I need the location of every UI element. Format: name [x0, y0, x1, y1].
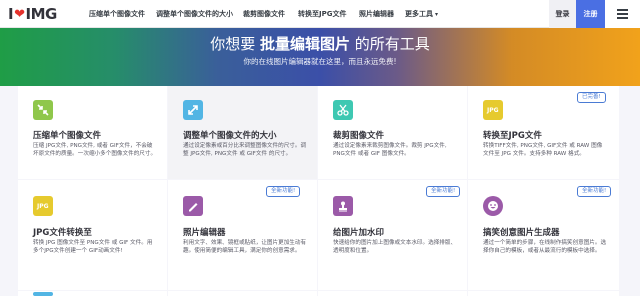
- compress-icon: [33, 100, 53, 120]
- tool-card-resize[interactable]: 调整单个图像文件的大小 通过设定像素或百分比来调整图像文件的尺寸。调整 JPG文…: [168, 86, 317, 179]
- tool-card-crop[interactable]: 裁剪图像文件 通过设定像素来裁剪图像文件。裁剪 JPG文件, PNG文件 或者 …: [318, 86, 467, 179]
- tool-card-convert-from-jpg[interactable]: JPG JPG文件转换至 转换 JPG 图像文件至 PNG文件 或 GIF 文件…: [18, 180, 167, 290]
- tool-title: 转换至JPG文件: [483, 131, 542, 141]
- tool-card-partial[interactable]: [468, 291, 619, 296]
- status-badge: 已完善!: [577, 92, 606, 103]
- tool-description: 转换TIFF文件, PNG文件, GIF文件 或 RAW 图像文件至 JPG 文…: [483, 143, 603, 157]
- tool-description: 通过设定像素来裁剪图像文件。裁剪 JPG文件, PNG文件 或者 GIF 图像文…: [333, 143, 447, 157]
- nav-more-tools-label: 更多工具: [405, 10, 433, 18]
- login-button[interactable]: 登录: [549, 0, 576, 28]
- hero-title-post: 的所有工具: [354, 35, 430, 53]
- status-badge: 全新功能!: [426, 186, 461, 197]
- logo-text: IMG: [25, 5, 58, 23]
- tool-card-meme-generator[interactable]: 全新功能! 搞笑创意图片生成器 通过一个简单的步骤，在线制作搞笑创意图片。选择你…: [468, 180, 619, 290]
- tool-title: 搞笑创意图片生成器: [483, 228, 560, 238]
- tool-description: 通过设定像素或百分比来调整图像文件的尺寸。调整 JPG文件, PNG文件 或 G…: [183, 143, 307, 157]
- status-badge: 全新功能!: [266, 186, 301, 197]
- tool-card-photo-editor[interactable]: 全新功能! 照片编辑器 利用文字、效果、镜框或贴纸，让图片更加生动有趣。使用简便…: [168, 180, 317, 290]
- tool-title: 压缩单个图像文件: [33, 131, 102, 141]
- tool-icon: [33, 292, 53, 296]
- meme-icon: [483, 196, 503, 216]
- heart-icon: ❤: [14, 6, 25, 22]
- tool-title: 照片编辑器: [183, 228, 226, 238]
- nav-convert-to-jpg[interactable]: 转换至JPG文件: [298, 9, 346, 19]
- tool-title: 给图片加水印: [333, 228, 385, 238]
- nav-compress[interactable]: 压缩单个图像文件: [89, 9, 145, 19]
- tool-card-watermark[interactable]: 全新功能! 给图片加水印 快速给你的图片加上图像或文本水印。选择排版、透明度和位…: [318, 180, 467, 290]
- tool-card-compress[interactable]: 压缩单个图像文件 压缩 JPG文件, PNG文件, 或者 GIF文件，不会破坏原…: [18, 86, 167, 179]
- nav-resize[interactable]: 调整单个图像文件的大小: [156, 9, 233, 19]
- hero-title: 你想要 批量编辑图片 的所有工具: [0, 33, 640, 54]
- caret-down-icon: ▾: [435, 11, 439, 18]
- svg-text:JPG: JPG: [486, 107, 499, 114]
- hamburger-menu-icon[interactable]: [605, 0, 640, 28]
- tool-description: 通过一个简单的步骤，在线制作搞笑创意图片。选择你自己的模板，或者从最流行的模板中…: [483, 240, 607, 254]
- tool-title: 调整单个图像文件的大小: [183, 131, 277, 141]
- logo-letter: I: [8, 5, 14, 23]
- tool-title: 裁剪图像文件: [333, 131, 385, 141]
- watermark-icon: [333, 196, 353, 216]
- status-badge: 全新功能!: [577, 186, 612, 197]
- tool-description: 快速给你的图片加上图像或文本水印。选择排版、透明度和位置。: [333, 240, 457, 254]
- nav-photo-editor[interactable]: 照片编辑器: [359, 9, 394, 19]
- tool-card-partial[interactable]: [18, 291, 167, 296]
- to-jpg-icon: JPG: [483, 100, 503, 120]
- tool-card-convert-to-jpg[interactable]: 已完善! JPG 转换至JPG文件 转换TIFF文件, PNG文件, GIF文件…: [468, 86, 619, 179]
- tool-card-partial[interactable]: [318, 291, 467, 296]
- nav-crop[interactable]: 裁剪图像文件: [243, 9, 285, 19]
- signup-button[interactable]: 注册: [576, 0, 605, 28]
- tool-description: 转换 JPG 图像文件至 PNG文件 或 GIF 文件。用多个JPG文件创建一个…: [33, 240, 153, 254]
- tool-description: 压缩 JPG文件, PNG文件, 或者 GIF文件，不会破坏原文件的质量。一次缩…: [33, 143, 157, 157]
- crop-icon: [333, 100, 353, 120]
- hero-title-bold: 批量编辑图片: [259, 35, 350, 53]
- tool-description: 利用文字、效果、镜框或贴纸，让图片更加生动有趣。使用简便的编辑工具，满足你的创意…: [183, 240, 307, 254]
- iloveimg-logo[interactable]: I ❤ IMG: [8, 5, 57, 23]
- from-jpg-icon: JPG: [33, 196, 53, 216]
- tool-card-partial[interactable]: [168, 291, 317, 296]
- photo-editor-icon: [183, 196, 203, 216]
- hero-subtitle: 你的在线图片编辑器就在这里，而且永远免费!: [243, 57, 397, 66]
- nav-more-tools[interactable]: 更多工具 ▾: [405, 9, 438, 19]
- tool-title: JPG文件转换至: [33, 228, 92, 238]
- resize-icon: [183, 100, 203, 120]
- top-navbar: I ❤ IMG 压缩单个图像文件 调整单个图像文件的大小 裁剪图像文件 转换至J…: [0, 0, 640, 28]
- hero-title-pre: 你想要: [210, 35, 256, 53]
- tools-grid: 压缩单个图像文件 压缩 JPG文件, PNG文件, 或者 GIF文件，不会破坏原…: [18, 86, 619, 296]
- svg-text:JPG: JPG: [36, 203, 49, 210]
